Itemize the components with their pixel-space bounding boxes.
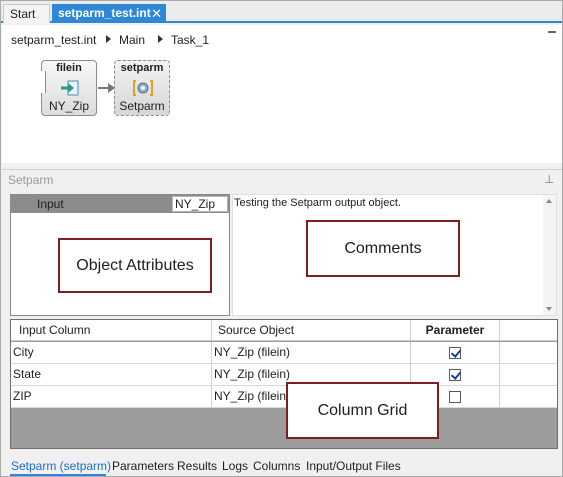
close-icon[interactable]: ✕: [151, 4, 162, 23]
cell-empty: [500, 342, 557, 363]
comments-scrollbar[interactable]: [543, 195, 556, 315]
column-header-source[interactable]: Source Object: [212, 320, 411, 340]
breadcrumb-item-task[interactable]: Task_1: [171, 33, 209, 47]
panel-title: Setparm: [8, 173, 54, 187]
tab-setparm-test-label: setparm_test.int: [58, 6, 151, 20]
column-header-input[interactable]: Input Column: [11, 320, 212, 340]
column-grid-callout: Column Grid: [286, 382, 439, 439]
cell-input-column: City: [11, 342, 212, 363]
scroll-up-icon[interactable]: [546, 199, 552, 203]
cell-input-column: State: [11, 364, 212, 385]
collapse-icon[interactable]: [548, 31, 556, 33]
grid-header-row: Input Column Source Object Parameter: [11, 320, 557, 341]
node-label: NY_Zip: [48, 99, 89, 113]
table-row[interactable]: ZIP NY_Zip (filein): [11, 386, 557, 408]
scroll-down-icon[interactable]: [546, 307, 552, 311]
tab-results[interactable]: Results: [177, 459, 217, 473]
table-row[interactable]: State NY_Zip (filein): [11, 364, 557, 386]
breadcrumb-item-file[interactable]: setparm_test.int: [11, 33, 96, 47]
attribute-input-label: Input: [37, 197, 64, 211]
node-title: filein: [56, 62, 82, 74]
document-tab-strip: Start setparm_test.int ✕: [1, 1, 562, 23]
tab-input-output-files[interactable]: Input/Output Files: [306, 459, 401, 473]
parameter-checkbox[interactable]: [449, 369, 461, 381]
cell-parameter: [411, 342, 500, 363]
object-attributes-callout: Object Attributes: [58, 238, 212, 293]
tab-start[interactable]: Start: [3, 4, 50, 23]
parameter-checkbox[interactable]: [449, 391, 461, 403]
node-title: setparm: [120, 62, 164, 74]
tab-columns[interactable]: Columns: [253, 459, 300, 473]
pin-icon[interactable]: ⊥: [544, 173, 554, 186]
chevron-right-icon: [158, 35, 163, 43]
properties-panel-header: Setparm ⊥: [2, 169, 562, 189]
breadcrumb: setparm_test.int Main Task_1: [2, 25, 562, 53]
cell-input-column: ZIP: [11, 386, 212, 407]
setparm-gear-icon: [133, 80, 153, 96]
file-input-arrow-icon: [61, 80, 79, 96]
cell-empty: [500, 386, 557, 407]
attributes-header-row: Input NY_Zip: [11, 195, 229, 213]
table-row[interactable]: City NY_Zip (filein): [11, 342, 557, 364]
node-input-notch: [38, 71, 46, 93]
chevron-right-icon: [106, 35, 111, 43]
column-header-empty: [500, 320, 557, 340]
cell-empty: [500, 364, 557, 385]
comments-text[interactable]: Testing the Setparm output object.: [234, 197, 401, 209]
setparm-node[interactable]: setparm Setparm: [114, 60, 170, 116]
column-grid: Input Column Source Object Parameter Cit…: [10, 319, 558, 449]
tab-setparm[interactable]: Setparm (setparm): [11, 459, 111, 473]
input-value-field[interactable]: NY_Zip: [172, 196, 228, 212]
tab-parameters[interactable]: Parameters: [112, 459, 174, 473]
node-label: Setparm: [119, 99, 165, 113]
editor-window: Start setparm_test.int ✕ setparm_test.in…: [0, 0, 563, 477]
cell-source-object: NY_Zip (filein): [212, 342, 411, 363]
parameter-checkbox[interactable]: [449, 347, 461, 359]
column-header-parameter[interactable]: Parameter: [411, 320, 500, 340]
active-tab-indicator: [10, 474, 106, 476]
bottom-tab-strip: Setparm (setparm) Parameters Results Log…: [2, 456, 562, 476]
workflow-canvas[interactable]: filein NY_Zip setparm Setparm: [2, 53, 562, 163]
tab-start-label: Start: [10, 7, 36, 21]
breadcrumb-item-main[interactable]: Main: [119, 33, 145, 47]
tab-logs[interactable]: Logs: [222, 459, 248, 473]
tab-setparm-test[interactable]: setparm_test.int ✕: [52, 4, 166, 23]
filein-node[interactable]: filein NY_Zip: [38, 60, 97, 116]
comments-callout: Comments: [306, 220, 460, 277]
